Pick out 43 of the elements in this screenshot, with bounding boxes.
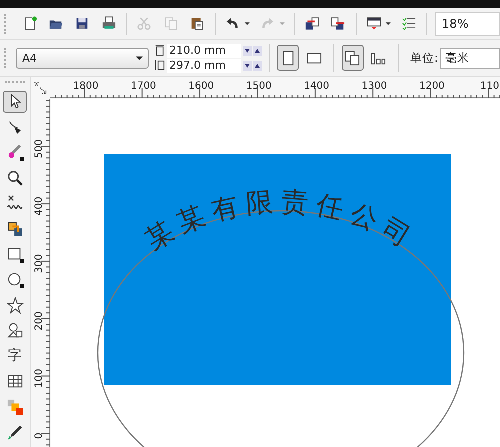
spinner-icon[interactable] xyxy=(242,46,263,56)
width-field[interactable]: 210.0 mm xyxy=(166,44,241,58)
star-icon xyxy=(6,296,24,314)
shape-icon xyxy=(6,118,24,136)
text-tool[interactable]: 字 xyxy=(3,345,27,368)
pages-icon xyxy=(345,50,360,66)
eyedropper-icon xyxy=(6,424,24,442)
unit-dropdown[interactable]: 毫米 xyxy=(440,48,500,68)
save-icon[interactable] xyxy=(75,15,90,32)
layers-icon xyxy=(6,398,24,416)
curved-text: 某某有限责任公司 xyxy=(140,186,422,257)
vertical-ruler: 500 400 300 200 100 0 xyxy=(31,99,51,447)
zoom-icon xyxy=(6,170,24,187)
window-icon[interactable] xyxy=(366,15,381,32)
portrait-button[interactable] xyxy=(277,45,300,71)
fill-icon xyxy=(6,220,24,238)
page-size-dropdown[interactable]: A4 xyxy=(16,48,149,68)
all-pages-button[interactable] xyxy=(342,45,364,71)
table-icon xyxy=(6,373,24,390)
landscape-page-icon xyxy=(306,50,322,66)
shapes-icon xyxy=(6,322,24,340)
ellipse-icon xyxy=(6,271,24,288)
brush-icon xyxy=(6,144,24,162)
checklist-icon[interactable] xyxy=(402,15,416,32)
new-document-icon[interactable] xyxy=(22,15,37,32)
caret-icon xyxy=(136,54,143,62)
portrait-page-icon xyxy=(280,50,296,66)
horizontal-ruler: 1800 1700 1600 1500 1400 1300 1200 110 xyxy=(50,77,500,99)
page-width-icon xyxy=(154,44,165,57)
spinner-icon[interactable] xyxy=(242,60,263,70)
unit-label: 单位: xyxy=(410,50,438,66)
clipboard-icon[interactable] xyxy=(190,15,205,32)
rectangle-icon xyxy=(6,246,24,263)
printer-icon[interactable] xyxy=(102,15,116,32)
height-field[interactable]: 297.0 mm xyxy=(166,58,241,72)
tool-button[interactable] xyxy=(3,90,27,113)
export-icon[interactable] xyxy=(331,15,346,32)
page-height-icon xyxy=(154,59,165,72)
import-icon[interactable] xyxy=(304,15,320,32)
freehand-icon xyxy=(6,195,24,212)
zoom-field[interactable]: 18% xyxy=(435,12,500,36)
ruler-origin-icon[interactable] xyxy=(33,80,48,96)
pages-icon xyxy=(371,50,386,66)
